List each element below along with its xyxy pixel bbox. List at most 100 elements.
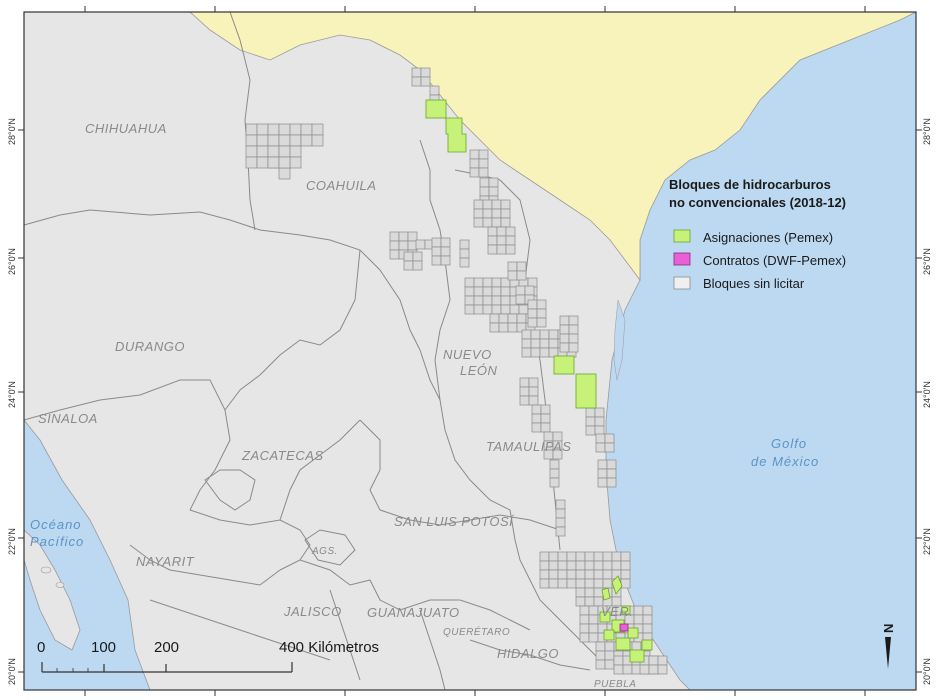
asignacion-block[interactable] xyxy=(627,627,639,639)
sin-licitar-block[interactable] xyxy=(473,199,484,210)
sin-licitar-block[interactable] xyxy=(289,156,302,169)
sin-licitar-block[interactable] xyxy=(389,231,400,242)
sin-licitar-block[interactable] xyxy=(431,246,442,257)
sin-licitar-block[interactable] xyxy=(521,347,532,358)
sin-licitar-block[interactable] xyxy=(531,413,542,424)
sin-licitar-block[interactable] xyxy=(479,186,490,197)
sin-licitar-block[interactable] xyxy=(555,508,566,519)
sin-licitar-block[interactable] xyxy=(602,578,613,589)
sin-licitar-block[interactable] xyxy=(527,299,538,310)
sin-licitar-block[interactable] xyxy=(548,551,559,562)
sin-licitar-block[interactable] xyxy=(593,578,604,589)
sin-licitar-block[interactable] xyxy=(464,295,475,306)
sin-licitar-block[interactable] xyxy=(528,386,539,397)
sin-licitar-block[interactable] xyxy=(602,560,613,571)
sin-licitar-block[interactable] xyxy=(515,285,526,296)
sin-licitar-block[interactable] xyxy=(256,145,269,158)
sin-licitar-block[interactable] xyxy=(585,425,596,436)
sin-licitar-block[interactable] xyxy=(459,239,470,250)
sin-licitar-block[interactable] xyxy=(648,655,659,666)
sin-licitar-block[interactable] xyxy=(491,304,502,315)
sin-licitar-block[interactable] xyxy=(415,239,426,250)
sin-licitar-block[interactable] xyxy=(245,156,258,169)
sin-licitar-block[interactable] xyxy=(489,322,500,333)
sin-licitar-block[interactable] xyxy=(469,158,480,169)
sin-licitar-block[interactable] xyxy=(584,587,595,598)
sin-licitar-block[interactable] xyxy=(566,569,577,580)
sin-licitar-block[interactable] xyxy=(420,67,431,78)
sin-licitar-block[interactable] xyxy=(482,286,493,297)
sin-licitar-block[interactable] xyxy=(278,156,291,169)
sin-licitar-block[interactable] xyxy=(575,587,586,598)
sin-licitar-block[interactable] xyxy=(620,560,631,571)
sin-licitar-block[interactable] xyxy=(300,134,313,147)
sin-licitar-block[interactable] xyxy=(568,324,579,335)
asignacion-block[interactable] xyxy=(575,373,597,409)
sin-licitar-block[interactable] xyxy=(568,315,579,326)
sin-licitar-block[interactable] xyxy=(267,156,280,169)
sin-licitar-block[interactable] xyxy=(519,395,530,406)
sin-licitar-block[interactable] xyxy=(431,237,442,248)
sin-licitar-block[interactable] xyxy=(500,286,511,297)
sin-licitar-block[interactable] xyxy=(256,156,269,169)
sin-licitar-block[interactable] xyxy=(575,578,586,589)
sin-licitar-block[interactable] xyxy=(519,377,530,388)
sin-licitar-block[interactable] xyxy=(548,560,559,571)
sin-licitar-block[interactable] xyxy=(527,277,538,288)
sin-licitar-block[interactable] xyxy=(407,240,418,251)
map-canvas[interactable]: 28°0'N 26°0'N 24°0'N 22°0'N 20°0'N 28°0'… xyxy=(0,0,938,700)
sin-licitar-block[interactable] xyxy=(539,560,550,571)
sin-licitar-block[interactable] xyxy=(473,217,484,228)
sin-licitar-block[interactable] xyxy=(536,317,547,328)
sin-licitar-block[interactable] xyxy=(539,551,550,562)
sin-licitar-block[interactable] xyxy=(496,235,507,246)
sin-licitar-block[interactable] xyxy=(488,186,499,197)
sin-licitar-block[interactable] xyxy=(403,251,414,262)
sin-licitar-block[interactable] xyxy=(482,217,493,228)
sin-licitar-block[interactable] xyxy=(491,199,502,210)
sin-licitar-block[interactable] xyxy=(642,623,653,634)
sin-licitar-block[interactable] xyxy=(478,149,489,160)
sin-licitar-block[interactable] xyxy=(648,664,659,675)
sin-licitar-block[interactable] xyxy=(245,123,258,136)
sin-licitar-block[interactable] xyxy=(597,468,608,479)
sin-licitar-block[interactable] xyxy=(464,286,475,297)
sin-licitar-block[interactable] xyxy=(300,123,313,136)
sin-licitar-block[interactable] xyxy=(489,313,500,324)
sin-licitar-block[interactable] xyxy=(575,560,586,571)
sin-licitar-block[interactable] xyxy=(597,459,608,470)
sin-licitar-block[interactable] xyxy=(505,226,516,237)
sin-licitar-block[interactable] xyxy=(657,664,668,675)
sin-licitar-block[interactable] xyxy=(256,134,269,147)
sin-licitar-block[interactable] xyxy=(539,347,550,358)
sin-licitar-block[interactable] xyxy=(604,641,615,652)
sin-licitar-block[interactable] xyxy=(521,329,532,340)
sin-licitar-block[interactable] xyxy=(459,248,470,259)
sin-licitar-block[interactable] xyxy=(566,551,577,562)
sin-licitar-block[interactable] xyxy=(491,295,502,306)
sin-licitar-block[interactable] xyxy=(500,304,511,315)
asignacion-block[interactable] xyxy=(641,639,653,651)
sin-licitar-block[interactable] xyxy=(505,244,516,255)
sin-licitar-block[interactable] xyxy=(557,569,568,580)
asignacion-block[interactable] xyxy=(603,629,615,641)
sin-licitar-block[interactable] xyxy=(531,422,542,433)
sin-licitar-block[interactable] xyxy=(459,257,470,268)
sin-licitar-block[interactable] xyxy=(642,605,653,616)
sin-licitar-block[interactable] xyxy=(622,664,633,675)
sin-licitar-block[interactable] xyxy=(528,395,539,406)
sin-licitar-block[interactable] xyxy=(593,569,604,580)
sin-licitar-block[interactable] xyxy=(530,338,541,349)
sin-licitar-block[interactable] xyxy=(527,308,538,319)
sin-licitar-block[interactable] xyxy=(491,277,502,288)
sin-licitar-block[interactable] xyxy=(540,404,551,415)
sin-licitar-block[interactable] xyxy=(412,251,423,262)
sin-licitar-block[interactable] xyxy=(496,244,507,255)
sin-licitar-block[interactable] xyxy=(555,499,566,510)
sin-licitar-block[interactable] xyxy=(549,477,560,488)
sin-licitar-block[interactable] xyxy=(488,177,499,188)
sin-licitar-block[interactable] xyxy=(548,338,559,349)
sin-licitar-block[interactable] xyxy=(524,285,535,296)
sin-licitar-block[interactable] xyxy=(606,477,617,488)
sin-licitar-block[interactable] xyxy=(584,569,595,580)
